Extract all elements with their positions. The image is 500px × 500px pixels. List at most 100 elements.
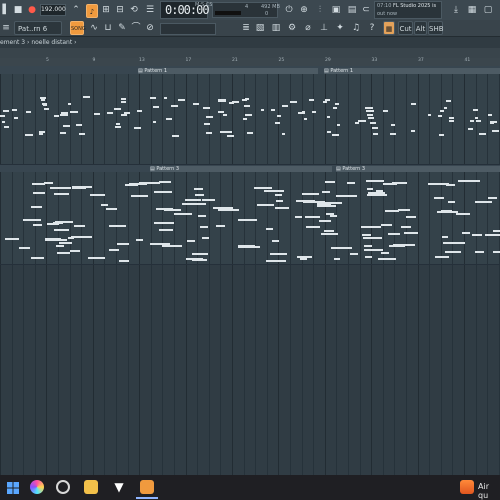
grid-line — [325, 172, 326, 264]
grid-line — [186, 172, 187, 264]
cpu-meter — [215, 11, 241, 15]
snap-icon[interactable]: ▦ — [383, 21, 395, 35]
note-preview — [335, 103, 339, 105]
clip-pattern1-a[interactable]: ▤ Pattern 1 — [138, 68, 318, 74]
clip-pattern3-b[interactable]: ▤ Pattern 3 — [336, 166, 500, 172]
channel-rack-icon[interactable]: ▧ — [254, 22, 266, 34]
note-preview — [238, 246, 260, 248]
note-preview — [449, 120, 454, 122]
track-lane-1[interactable] — [0, 74, 500, 165]
wrench-icon[interactable]: ✦ — [334, 22, 346, 34]
news-icon[interactable]: ▦ — [466, 4, 478, 16]
account-icon[interactable]: ▢ — [482, 4, 494, 16]
cut-button[interactable]: Cut — [398, 21, 413, 35]
curve-icon[interactable]: ⌒ — [130, 22, 142, 34]
note-preview — [321, 233, 338, 235]
magnet-icon[interactable]: ⊔ — [102, 22, 114, 34]
windows-start-icon[interactable] — [6, 480, 20, 494]
time-display[interactable]: 0:00:00 M:S:CS — [160, 1, 213, 19]
note-preview — [54, 229, 69, 231]
power-icon[interactable]: ⏻ — [283, 4, 295, 16]
stamp-icon[interactable]: ⊥ — [318, 22, 330, 34]
countdown-icon[interactable]: ⊞ — [100, 4, 112, 16]
clock-app-icon[interactable] — [56, 480, 70, 494]
main-volume-slider[interactable] — [160, 23, 216, 35]
mic-icon[interactable]: ⌀ — [302, 22, 314, 34]
note-preview — [462, 232, 470, 234]
piano-icon[interactable]: ▥ — [270, 22, 282, 34]
note-preview — [324, 230, 334, 232]
grid-line — [255, 172, 256, 264]
playlist-breadcrumb[interactable]: ement 3 › noelle distant › — [0, 37, 500, 48]
note-preview — [323, 101, 327, 103]
time-unit: M:S:CS — [195, 2, 213, 8]
sample-icon[interactable]: ♫ — [350, 22, 362, 34]
note-preview — [57, 252, 70, 254]
note-preview — [4, 126, 9, 128]
note-preview — [444, 107, 447, 109]
fl-studio-icon[interactable] — [140, 480, 154, 494]
note-preview — [227, 135, 234, 137]
note-preview — [324, 202, 342, 204]
empty-track-lanes[interactable] — [0, 265, 500, 475]
note-preview — [309, 99, 314, 101]
note-preview — [198, 215, 206, 217]
piano-roll-icon[interactable]: ▤ — [346, 4, 358, 16]
link-icon[interactable]: ⊂ — [360, 4, 372, 16]
plugin-icon[interactable]: ⚙ — [286, 22, 298, 34]
clip-pattern1-b[interactable]: ▤ Pattern 1 — [324, 68, 500, 74]
grid-line — [116, 74, 117, 164]
note-preview — [245, 114, 252, 116]
grid-line — [464, 265, 465, 475]
pattern-selector[interactable]: Pat..rn 6 — [14, 21, 62, 35]
note-preview — [195, 194, 204, 196]
file-explorer-icon[interactable] — [84, 480, 98, 494]
clip-pattern3-a[interactable]: ▤ Pattern 3 — [150, 166, 332, 172]
playlist-overview-strip[interactable] — [0, 48, 500, 58]
ruler-tick: 33 — [371, 58, 378, 63]
record-icon[interactable]: ● — [26, 4, 38, 16]
brush-icon[interactable]: ⊘ — [144, 22, 156, 34]
browser-icon[interactable]: ⊕ — [298, 4, 310, 16]
note-preview — [153, 106, 159, 108]
wave-icon[interactable]: ∿ — [88, 22, 100, 34]
cpu-monitor[interactable]: 4 492 MB 0 — [212, 2, 280, 18]
grid-line — [313, 74, 314, 164]
shb-button[interactable]: SHB — [428, 21, 444, 35]
note-preview — [121, 98, 126, 100]
note-preview — [50, 187, 71, 189]
save-icon[interactable]: ▣ — [330, 4, 342, 16]
note-preview — [90, 194, 105, 196]
hint-subtitle: out now — [377, 11, 398, 17]
note-preview — [317, 205, 336, 207]
menu-icon[interactable]: ≡ — [0, 22, 12, 34]
wait-input-icon[interactable]: ♪ — [86, 4, 98, 18]
playlist-icon[interactable]: ≣ — [240, 22, 252, 34]
loop-record-icon[interactable]: ⟲ — [128, 4, 140, 16]
vegas-app-icon[interactable]: ▼ — [112, 480, 126, 494]
note-preview — [282, 133, 285, 135]
note-preview — [73, 187, 82, 189]
note-preview — [473, 109, 478, 111]
note-preview — [162, 245, 182, 247]
help-icon[interactable]: ? — [366, 22, 378, 34]
grid-line — [0, 265, 1, 475]
note-preview — [448, 201, 455, 203]
tempo-display[interactable]: 192.000 — [40, 4, 66, 16]
step-edit-icon[interactable]: ⊟ — [114, 4, 126, 16]
song-mode-button[interactable]: SONG — [70, 21, 86, 35]
stop-icon[interactable]: ■ — [12, 4, 24, 16]
metronome-icon[interactable]: ⌃ — [70, 4, 82, 16]
grid-line — [360, 265, 361, 475]
mixer-icon[interactable]: ⫶ — [314, 4, 326, 16]
weather-icon[interactable] — [460, 480, 474, 494]
pencil-icon[interactable]: ✎ — [116, 22, 128, 34]
pattern-song-toggle-icon[interactable]: ▌ — [0, 4, 12, 16]
grid-line — [151, 74, 152, 164]
download-icon[interactable]: ⤓ — [450, 4, 462, 16]
typing-keyboard-icon[interactable]: ☰ — [144, 4, 156, 16]
track-lane-2[interactable] — [0, 172, 500, 265]
alt-button[interactable]: Alt — [414, 21, 427, 35]
note-preview — [390, 133, 396, 135]
color-app-icon[interactable] — [30, 480, 44, 494]
